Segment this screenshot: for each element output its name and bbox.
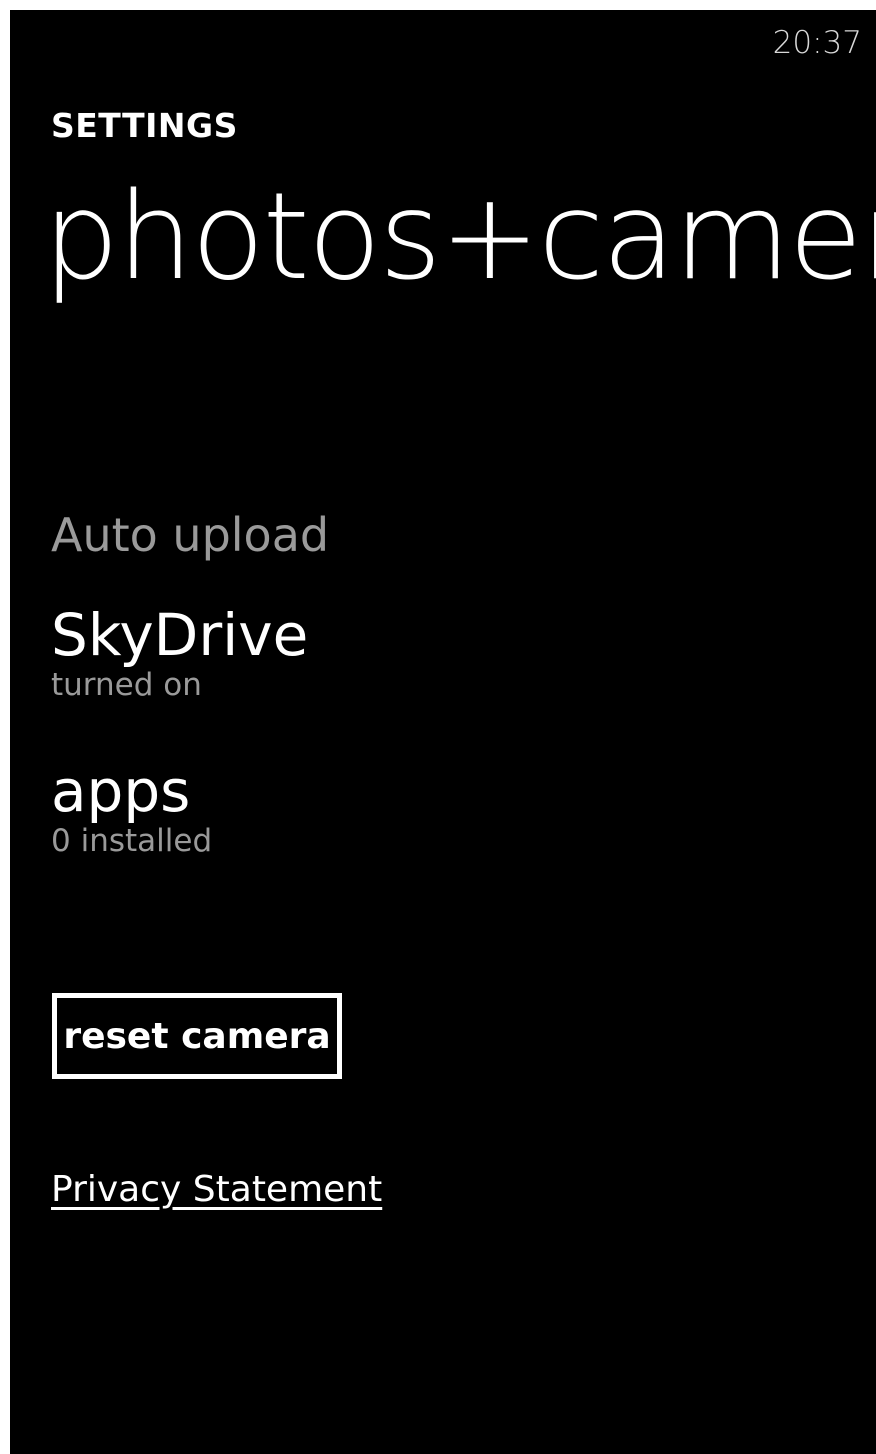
- privacy-statement-link[interactable]: Privacy Statement: [51, 1172, 382, 1208]
- phone-screen: 20:37 SETTINGS photos+camera Auto upload…: [10, 10, 876, 1454]
- auto-upload-header: Auto upload: [51, 508, 330, 562]
- skydrive-status: turned on: [51, 667, 202, 703]
- apps-item[interactable]: apps 0 installed: [51, 762, 212, 857]
- apps-count: 0 installed: [51, 823, 213, 859]
- page-title: photos+camera: [43, 168, 876, 307]
- apps-title: apps: [51, 757, 191, 825]
- app-title: SETTINGS: [51, 106, 238, 145]
- skydrive-title: SkyDrive: [51, 601, 309, 669]
- skydrive-item[interactable]: SkyDrive turned on: [51, 606, 308, 701]
- status-bar-time: 20:37: [772, 25, 862, 61]
- reset-camera-button[interactable]: reset camera: [52, 993, 342, 1079]
